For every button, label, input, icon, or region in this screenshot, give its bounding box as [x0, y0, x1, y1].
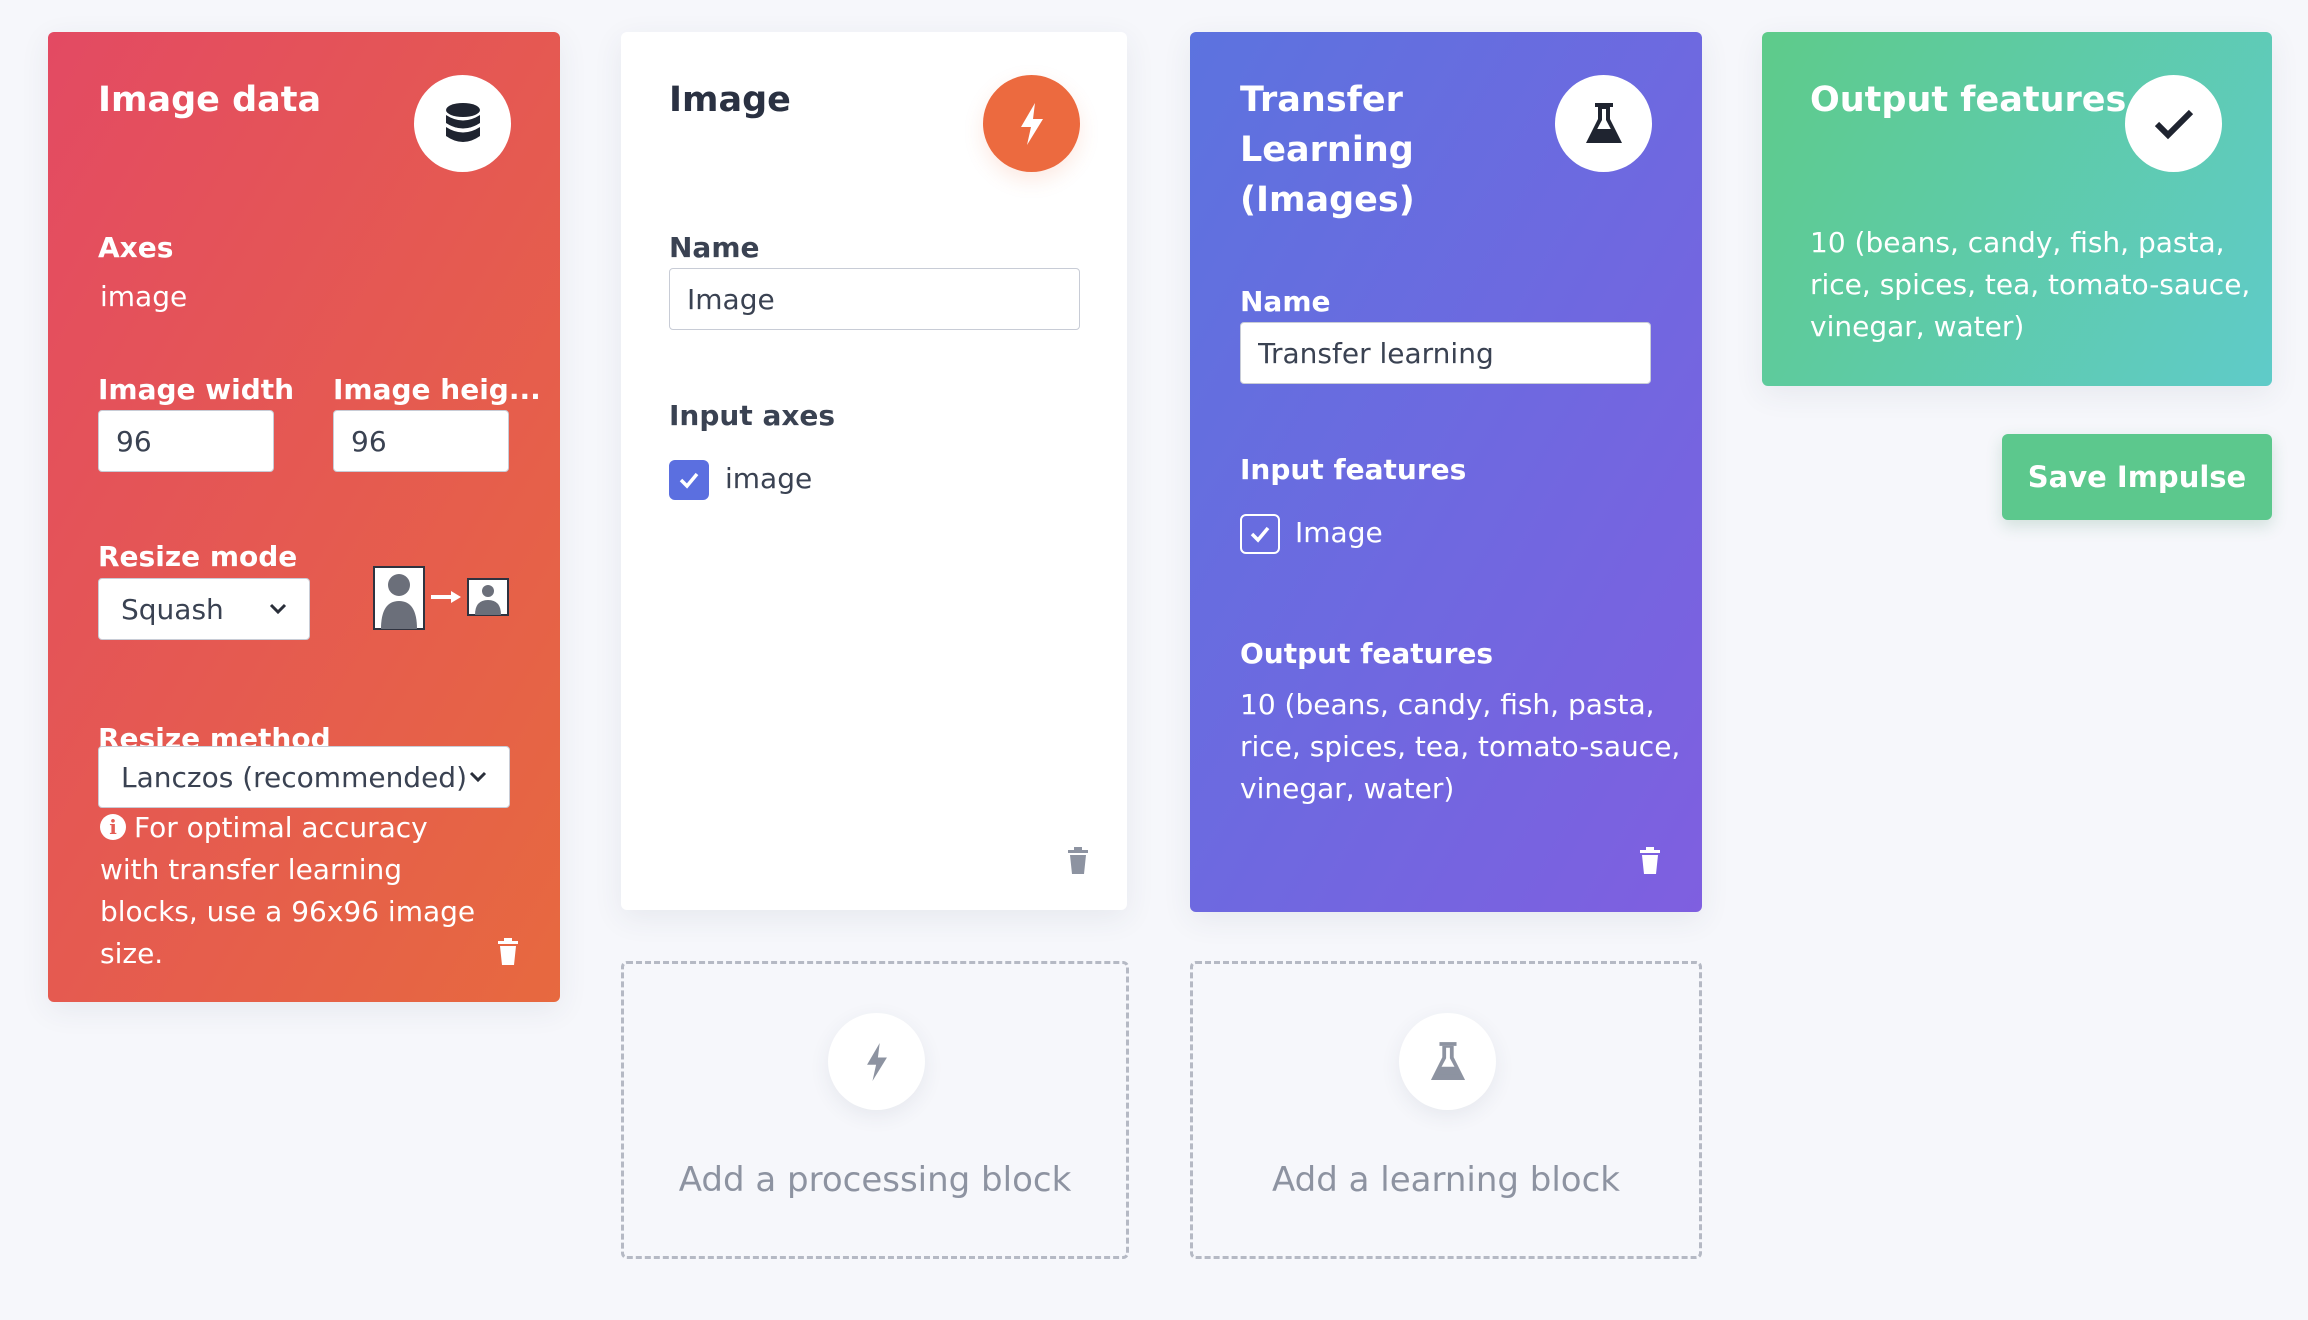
checkmark-icon — [2125, 75, 2222, 172]
resize-mode-select[interactable]: Squash — [98, 578, 310, 640]
learning-name-label: Name — [1240, 285, 1331, 318]
output-features-card: Output features 10 (beans, candy, fish, … — [1762, 32, 2272, 386]
flask-icon — [1399, 1013, 1496, 1110]
learning-output-features-label: Output features — [1240, 637, 1494, 670]
info-icon: i — [100, 814, 126, 840]
learning-output-line2: rice, spices, tea, tomato-sauce, — [1240, 730, 1681, 763]
chevron-down-icon — [469, 771, 487, 783]
output-features-line3: vinegar, water) — [1810, 310, 2025, 343]
learning-block-card: Transfer Learning (Images) Name Input fe… — [1190, 32, 1702, 912]
resize-hint-line2: with transfer learning — [100, 853, 403, 886]
learning-output-line1: 10 (beans, candy, fish, pasta, — [1240, 688, 1655, 721]
trash-icon[interactable] — [496, 938, 520, 966]
squash-illustration — [373, 555, 513, 631]
axes-label: Axes — [98, 231, 174, 264]
processing-block-title: Image — [669, 80, 791, 120]
add-processing-block-label: Add a processing block — [678, 1160, 1072, 1200]
resize-hint-line3: blocks, use a 96x96 image — [100, 895, 476, 928]
learning-output-line3: vinegar, water) — [1240, 772, 1455, 805]
resize-method-value: Lanczos (recommended) — [121, 760, 468, 794]
output-features-line1: 10 (beans, candy, fish, pasta, — [1810, 226, 2225, 259]
learning-title-line3: (Images) — [1240, 180, 1415, 220]
image-width-label: Image width — [98, 373, 295, 406]
add-learning-block-label: Add a learning block — [1271, 1160, 1620, 1200]
image-data-title: Image data — [98, 80, 322, 120]
processing-block-card: Image Name Input axes image — [621, 32, 1127, 910]
add-learning-block[interactable]: Add a learning block — [1190, 961, 1702, 1259]
save-impulse-button[interactable]: Save Impulse — [2002, 434, 2272, 520]
image-data-card: Image data Axes image Image width Image … — [48, 32, 560, 1002]
image-feature-label: Image — [1295, 516, 1383, 549]
image-axis-label: image — [725, 462, 813, 495]
resize-hint-line4: size. — [100, 937, 164, 970]
output-features-title: Output features — [1810, 80, 2127, 120]
output-features-line2: rice, spices, tea, tomato-sauce, — [1810, 268, 2251, 301]
lightning-icon — [828, 1013, 925, 1110]
database-icon — [414, 75, 511, 172]
image-axis-checkbox[interactable] — [669, 460, 709, 500]
flask-icon — [1555, 75, 1652, 172]
chevron-down-icon — [269, 603, 287, 615]
add-processing-block[interactable]: Add a processing block — [621, 961, 1129, 1259]
resize-hint-line1: For optimal accuracy — [134, 811, 428, 844]
trash-icon[interactable] — [1638, 847, 1662, 875]
lightning-icon — [983, 75, 1080, 172]
processing-name-input[interactable] — [669, 268, 1080, 330]
image-width-input[interactable] — [98, 410, 274, 472]
learning-title-line2: Learning — [1240, 130, 1414, 170]
image-height-input[interactable] — [333, 410, 509, 472]
learning-title-line1: Transfer — [1240, 80, 1403, 120]
resize-method-select[interactable]: Lanczos (recommended) — [98, 746, 510, 808]
axes-value: image — [100, 280, 188, 313]
processing-name-label: Name — [669, 231, 760, 264]
resize-mode-value: Squash — [121, 592, 224, 626]
learning-name-input[interactable] — [1240, 322, 1651, 384]
input-axes-label: Input axes — [669, 399, 836, 432]
resize-mode-label: Resize mode — [98, 540, 298, 573]
input-features-label: Input features — [1240, 453, 1467, 486]
image-height-label: Image heig... — [333, 373, 541, 406]
trash-icon[interactable] — [1066, 847, 1090, 875]
image-feature-checkbox[interactable] — [1240, 514, 1280, 554]
